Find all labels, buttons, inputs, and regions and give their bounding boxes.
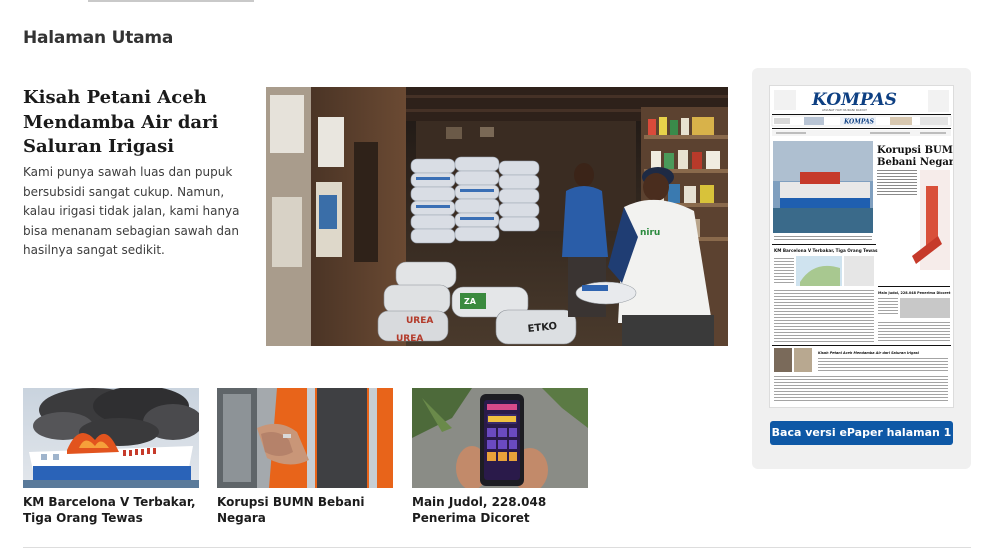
headline-title[interactable]: Kisah Petani Aceh Mendamba Air dari Salu… xyxy=(23,86,248,160)
news-card[interactable]: Korupsi BUMN Bebani Negara xyxy=(217,388,393,526)
news-card[interactable]: Main Judol, 228.048 Penerima Dicoret xyxy=(412,388,588,526)
headline-summary: Kami punya sawah luas dan pupuk bersubsi… xyxy=(23,165,240,257)
epaper-story: Main Judol, 228.048 Penerima Dicoret xyxy=(878,291,951,295)
headline-image[interactable]: UREA UREA ZA ETKO niru xyxy=(266,87,728,346)
read-epaper-button[interactable]: Baca versi ePaper halaman 1 xyxy=(770,421,953,445)
sack-label: ZA xyxy=(464,297,477,306)
epaper-panel: KOMPAS AMANAT HATI NURANI RAKYAT KOMPAS xyxy=(752,68,971,469)
card-caption[interactable]: Main Judol, 228.048 Penerima Dicoret xyxy=(412,494,588,526)
card-image[interactable] xyxy=(23,388,199,488)
epaper-story: KM Barcelona V Terbakar, Tiga Orang Tewa… xyxy=(774,248,878,253)
epaper-main-headline: Bebani Negara xyxy=(877,157,953,168)
epaper-front-page[interactable]: KOMPAS AMANAT HATI NURANI RAKYAT KOMPAS xyxy=(770,86,953,407)
card-caption[interactable]: KM Barcelona V Terbakar, Tiga Orang Tewa… xyxy=(23,494,199,526)
epaper-main-headline: Korupsi BUMN xyxy=(877,145,953,156)
sack-label: UREA xyxy=(406,316,433,326)
card-image[interactable] xyxy=(412,388,588,488)
section-title: Halaman Utama xyxy=(23,28,174,48)
card-image[interactable] xyxy=(217,388,393,488)
epaper-mini-masthead: KOMPAS xyxy=(843,119,875,126)
epaper-tagline: AMANAT HATI NURANI RAKYAT xyxy=(822,108,867,112)
top-tab-indicator xyxy=(88,0,254,2)
card-caption[interactable]: Korupsi BUMN Bebani Negara xyxy=(217,494,393,526)
news-card[interactable]: KM Barcelona V Terbakar, Tiga Orang Tewa… xyxy=(23,388,199,526)
bottom-divider xyxy=(23,547,971,548)
epaper-masthead: KOMPAS xyxy=(811,90,897,110)
epaper-story: Kisah Petani Aceh Mendamba Air dari Salu… xyxy=(818,351,920,355)
sack-label: UREA xyxy=(396,334,423,344)
vest-label: niru xyxy=(640,228,660,238)
